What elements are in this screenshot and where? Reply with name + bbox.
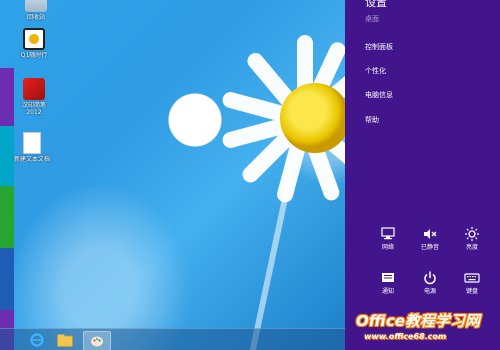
desktop-icon-label: 新建文本文档 (13, 156, 50, 163)
app-icon (23, 28, 45, 50)
paint-icon (91, 336, 103, 347)
power-button[interactable]: 电源 (415, 270, 445, 295)
folder-icon (57, 334, 73, 347)
desktop-icon-label: 汉印简笔 2012 (21, 102, 46, 116)
keyboard-label: 键盘 (465, 288, 478, 295)
taskbar (0, 328, 345, 350)
desktop-icon-text-document[interactable]: 新建文本文档 (10, 132, 54, 163)
panel-subtitle: 桌面 (365, 15, 379, 23)
panel-title: 设置 (365, 0, 387, 9)
brightness-label: 亮度 (465, 244, 478, 251)
muted-speaker-icon (422, 226, 438, 242)
desktop-icon-software[interactable]: 汉印简笔 2012 (12, 78, 56, 116)
keyboard-button[interactable]: 键盘 (457, 270, 487, 295)
tile-green (0, 186, 14, 248)
daisy-wallpaper (120, 0, 345, 350)
desktop-icon-recycle-bin[interactable]: 回收站 (14, 0, 58, 21)
software-icon (23, 78, 45, 100)
link-pc-info[interactable]: 电脑信息 (365, 90, 393, 100)
network-button[interactable]: 网络 (373, 226, 403, 251)
link-control-panel[interactable]: 控制面板 (365, 42, 393, 52)
document-icon (23, 132, 41, 154)
desktop-icon-app[interactable]: Q1随时行 (12, 28, 56, 59)
link-personalization[interactable]: 个性化 (365, 66, 386, 76)
network-icon (380, 226, 396, 242)
notifications-label: 通知 (381, 288, 394, 295)
volume-button[interactable]: 已静音 (415, 226, 445, 251)
internet-explorer-icon (30, 333, 44, 347)
flower-center (280, 83, 345, 153)
brightness-button[interactable]: 亮度 (457, 226, 487, 251)
settings-charm-panel: 设置 桌面 控制面板 个性化 电脑信息 帮助 网络 已静音 亮度 通知 电源 键… (345, 0, 500, 350)
tile-blue (0, 248, 14, 310)
keyboard-icon (464, 270, 480, 286)
desktop-icon-label: Q1随时行 (20, 52, 48, 59)
notifications-button[interactable]: 通知 (373, 270, 403, 295)
desktop-icon-label: 回收站 (26, 14, 45, 21)
taskbar-explorer-button[interactable] (52, 331, 78, 349)
link-help[interactable]: 帮助 (365, 115, 379, 125)
power-icon (422, 270, 438, 286)
power-label: 电源 (423, 288, 436, 295)
recycle-bin-icon (25, 0, 47, 12)
taskbar-ie-button[interactable] (24, 331, 50, 349)
brightness-icon (464, 226, 480, 242)
network-label: 网络 (381, 244, 394, 251)
desktop-background: 回收站 Q1随时行 汉印简笔 2012 新建文本文档 (0, 0, 345, 350)
volume-label: 已静音 (420, 244, 439, 251)
taskbar-paint-button[interactable] (83, 331, 111, 350)
notifications-icon (380, 270, 396, 286)
